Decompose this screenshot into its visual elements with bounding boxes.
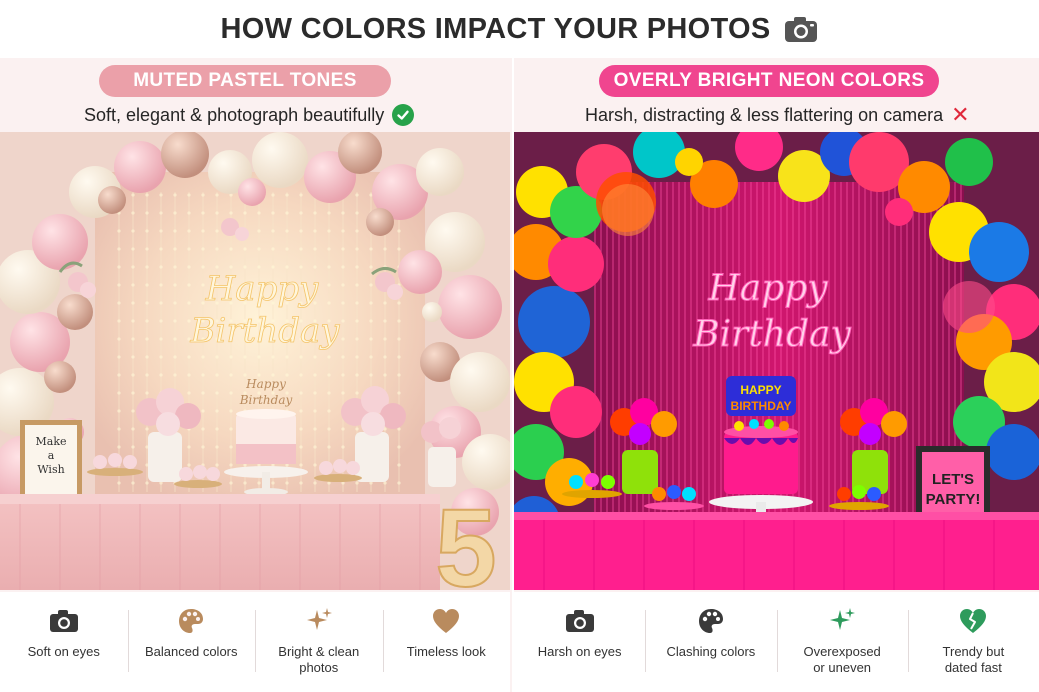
camera-icon [783,14,819,44]
feature-label: Balanced colors [145,644,238,659]
page-title: HOW COLORS IMPACT YOUR PHOTOS [220,12,771,45]
pastel-features: Soft on eyes Balanced colors Bright & cl… [0,592,510,692]
neon-feature-dated: Trendy but dated fast [907,592,1039,692]
neon-feature-clashing: Clashing colors [645,592,776,692]
sparkle-icon [304,606,334,636]
neon-badge: OVERLY BRIGHT NEON COLORS [599,65,939,97]
frame-line1: LET'S [932,471,974,488]
cross-icon: ✕ [951,102,970,127]
pastel-table [0,494,440,590]
pastel-neon-line1: Happy [205,269,319,309]
neon-topper-line2: BIRTHDAY [731,399,792,413]
pastel-neon-line2: Birthday [190,311,341,351]
pastel-subtitle: Soft, elegant & photograph beautifully [84,102,415,128]
neon-topper-line1: HAPPY [740,383,781,397]
feature-label: Harsh on eyes [537,644,622,659]
neon-features: Harsh on eyes Clashing colors Overexpose… [514,592,1039,692]
pastel-subtitle-text: Soft, elegant & photograph beautifully [84,104,385,125]
pastel-cake-topper-line2: Birthday [239,393,293,407]
neon-table [514,512,1039,590]
frame-line2: PARTY! [926,491,981,508]
neon-subtitle: Harsh, distracting & less flattering on … [585,102,970,128]
frame-line2: a [48,449,55,462]
pastel-feature-soft: Soft on eyes [0,592,128,692]
feature-label: Trendy but dated fast [942,644,1005,675]
neon-panel: OVERLY BRIGHT NEON COLORS Harsh, distrac… [514,58,1039,692]
pastel-cake-topper-line1: Happy [245,377,286,391]
broken-heart-icon [958,606,988,636]
palette-icon [696,606,726,636]
feature-label: Bright & clean photos [278,644,360,675]
feature-label: Timeless look [406,644,486,659]
neon-feature-overexposed: Overexposed or uneven [776,592,908,692]
pastel-party-photo: Happy Birthday Happy Birthday Make a Wis… [0,132,510,590]
neon-sign-line2: Birthday [692,314,851,355]
feature-label: Soft on eyes [27,644,100,659]
pastel-panel: MUTED PASTEL TONES Soft, elegant & photo… [0,58,512,692]
camera-icon [565,606,595,636]
pastel-feature-balanced: Balanced colors [127,592,256,692]
sparkle-icon [827,606,857,636]
pastel-badge: MUTED PASTEL TONES [99,65,391,97]
palette-icon [176,606,206,636]
frame-line1: Make [36,435,67,448]
check-icon [392,104,415,126]
feature-label: Clashing colors [666,644,756,659]
neon-subtitle-text: Harsh, distracting & less flattering on … [585,104,944,125]
heart-icon [431,606,461,636]
frame-line3: Wish [37,463,64,476]
page-header: HOW COLORS IMPACT YOUR PHOTOS [0,0,1039,58]
neon-sign-line1: Happy [707,268,828,309]
feature-label: Overexposed or uneven [803,644,881,675]
marquee-number: 5 [434,486,497,590]
pastel-feature-timeless: Timeless look [382,592,511,692]
neon-party-photo: Happy Birthday HAPPY BIRTHDAY LET'S PART… [514,132,1039,590]
make-a-wish-frame: Make a Wish [20,420,82,500]
camera-icon [49,606,79,636]
neon-feature-harsh: Harsh on eyes [514,592,645,692]
marquee-number-text: 5 [435,487,496,590]
pastel-feature-bright: Bright & clean photos [255,592,383,692]
